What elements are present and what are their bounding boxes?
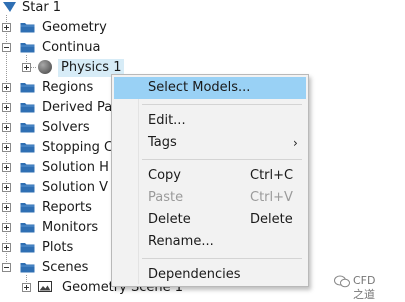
menu-item-edit[interactable]: Edit... xyxy=(114,110,306,132)
menu-item-label: Rename... xyxy=(148,234,214,249)
menu-item-paste[interactable]: Paste Ctrl+V xyxy=(114,187,306,209)
folder-icon xyxy=(20,163,35,173)
tree-item-label: Regions xyxy=(42,80,94,95)
tree-item-label: Solvers xyxy=(42,120,90,135)
menu-item-delete[interactable]: Delete Delete xyxy=(114,209,306,231)
tree-item-reports[interactable]: Reports xyxy=(0,198,110,218)
tree-item-solvers[interactable]: Solvers xyxy=(0,118,110,138)
simulation-icon xyxy=(3,2,16,12)
expand-toggle[interactable] xyxy=(2,143,11,152)
folder-icon xyxy=(20,183,35,193)
tree-root-label: Star 1 xyxy=(22,0,62,15)
menu-item-label: Tags xyxy=(148,135,177,150)
tree-item-plots[interactable]: Plots xyxy=(0,238,110,258)
tree-item-solution-histories[interactable]: Solution H xyxy=(0,158,110,178)
menu-item-select-models[interactable]: Select Models... xyxy=(114,77,306,99)
tree-item-label: Reports xyxy=(42,200,92,215)
menu-item-rename[interactable]: Rename... xyxy=(114,231,306,253)
folder-icon xyxy=(20,103,35,113)
collapse-toggle[interactable] xyxy=(2,43,11,52)
tree-item-label: Monitors xyxy=(42,220,99,235)
tree-item-label: Solution H xyxy=(42,160,109,175)
folder-icon xyxy=(20,83,35,93)
menu-item-tags[interactable]: Tags › xyxy=(114,132,306,154)
menu-item-label: Select Models... xyxy=(148,80,251,95)
submenu-arrow-icon: › xyxy=(293,136,298,150)
scene-icon xyxy=(38,281,52,292)
folder-icon xyxy=(20,123,35,133)
expand-toggle[interactable] xyxy=(2,83,11,92)
expand-toggle[interactable] xyxy=(22,63,31,72)
expand-toggle[interactable] xyxy=(2,203,11,212)
menu-item-label: Edit... xyxy=(148,113,186,128)
expand-toggle[interactable] xyxy=(2,243,11,252)
tree-item-label: Scenes xyxy=(42,260,89,275)
folder-icon xyxy=(20,23,35,33)
folder-icon xyxy=(20,243,35,253)
folder-icon xyxy=(20,263,35,273)
menu-item-label: Dependencies xyxy=(148,267,241,282)
expand-toggle[interactable] xyxy=(2,163,11,172)
folder-icon xyxy=(20,223,35,233)
expand-toggle[interactable] xyxy=(22,283,31,292)
menu-item-label: Paste xyxy=(148,190,184,205)
menu-item-label: Delete xyxy=(148,212,191,227)
watermark-text: CFD之道 xyxy=(353,274,376,301)
expand-toggle[interactable] xyxy=(2,223,11,232)
expand-toggle[interactable] xyxy=(2,103,11,112)
collapse-toggle[interactable] xyxy=(2,263,11,272)
tree-item-label: Continua xyxy=(42,40,101,55)
folder-icon xyxy=(20,43,35,53)
menu-item-copy[interactable]: Copy Ctrl+C xyxy=(114,165,306,187)
tree-item-scenes[interactable]: Scenes xyxy=(0,258,110,278)
tree-item-stopping-criteria[interactable]: Stopping C xyxy=(0,138,114,158)
menu-item-dependencies[interactable]: Dependencies xyxy=(114,264,306,286)
tree-item-label: Derived Pa xyxy=(42,100,113,115)
tree-item-monitors[interactable]: Monitors xyxy=(0,218,110,238)
folder-icon xyxy=(20,203,35,213)
context-menu: Select Models... Edit... Tags › Copy Ctr… xyxy=(111,74,309,287)
menu-item-shortcut: Delete xyxy=(250,212,293,227)
tree-item-label: Plots xyxy=(42,240,74,255)
menu-item-shortcut: Ctrl+V xyxy=(250,190,293,205)
tree-item-continua[interactable]: Continua xyxy=(0,38,130,58)
menu-separator xyxy=(142,104,302,105)
tree-item-solution-views[interactable]: Solution V xyxy=(0,178,110,198)
menu-item-label: Copy xyxy=(148,168,181,183)
expand-toggle[interactable] xyxy=(2,183,11,192)
tree-root[interactable]: Star 1 xyxy=(0,0,120,18)
expand-toggle[interactable] xyxy=(2,123,11,132)
menu-separator xyxy=(142,258,302,259)
physics-continuum-icon xyxy=(38,60,52,74)
tree-item-derived-parts[interactable]: Derived Pa xyxy=(0,98,113,118)
tree-item-label: Stopping C xyxy=(42,140,114,155)
menu-separator xyxy=(142,159,302,160)
menu-item-shortcut: Ctrl+C xyxy=(250,168,294,183)
tree-item-regions[interactable]: Regions xyxy=(0,78,110,98)
tree-item-label: Solution V xyxy=(42,180,108,195)
tree-item-label: Geometry xyxy=(42,20,107,35)
expand-toggle[interactable] xyxy=(2,23,11,32)
tree-item-geometry[interactable]: Geometry xyxy=(0,18,130,38)
folder-icon xyxy=(20,143,35,153)
chat-bubble-icon xyxy=(334,275,350,288)
